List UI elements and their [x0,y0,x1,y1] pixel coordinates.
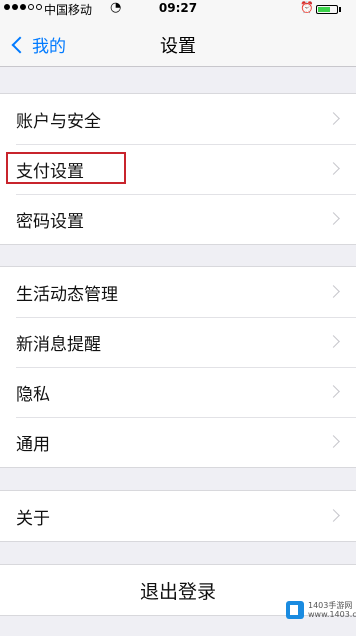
status-bar: 中国移动 ◔ 09:27 ⏰ [0,0,356,20]
chevron-right-icon [327,112,340,125]
row-password-settings[interactable]: 密码设置 [0,194,356,244]
row-about[interactable]: 关于 [0,491,356,541]
row-label: 密码设置 [16,211,84,232]
logout-label: 退出登录 [139,580,216,603]
watermark-line2: www.1403.com [308,610,356,619]
chevron-right-icon [327,509,340,522]
chevron-right-icon [327,385,340,398]
watermark-logo-icon [286,601,304,619]
battery-icon [316,5,338,14]
settings-group-about: 关于 [0,490,356,542]
highlight-box [6,152,126,184]
row-label: 生活动态管理 [16,284,118,305]
row-new-message-alerts[interactable]: 新消息提醒 [0,317,356,367]
row-label: 通用 [16,434,50,455]
chevron-right-icon [327,335,340,348]
battery-cap [339,7,341,12]
chevron-right-icon [327,285,340,298]
row-payment-settings[interactable]: 支付设置 [0,144,356,194]
row-privacy[interactable]: 隐私 [0,367,356,417]
row-general[interactable]: 通用 [0,417,356,467]
row-label: 新消息提醒 [16,334,101,355]
settings-group-account: 账户与安全 支付设置 密码设置 [0,93,356,245]
nav-bar: 我的 设置 [0,20,356,67]
alarm-icon: ⏰ [300,1,314,14]
row-label: 账户与安全 [16,111,101,132]
settings-group-general: 生活动态管理 新消息提醒 隐私 通用 [0,266,356,468]
watermark: 1403手游网 www.1403.com [286,601,356,619]
row-moments-management[interactable]: 生活动态管理 [0,267,356,317]
chevron-right-icon [327,162,340,175]
chevron-right-icon [327,212,340,225]
chevron-right-icon [327,435,340,448]
page-title: 设置 [160,36,196,57]
row-account-security[interactable]: 账户与安全 [0,94,356,144]
row-label: 隐私 [16,384,50,405]
row-label: 关于 [16,508,50,529]
watermark-line1: 1403手游网 [308,601,353,610]
